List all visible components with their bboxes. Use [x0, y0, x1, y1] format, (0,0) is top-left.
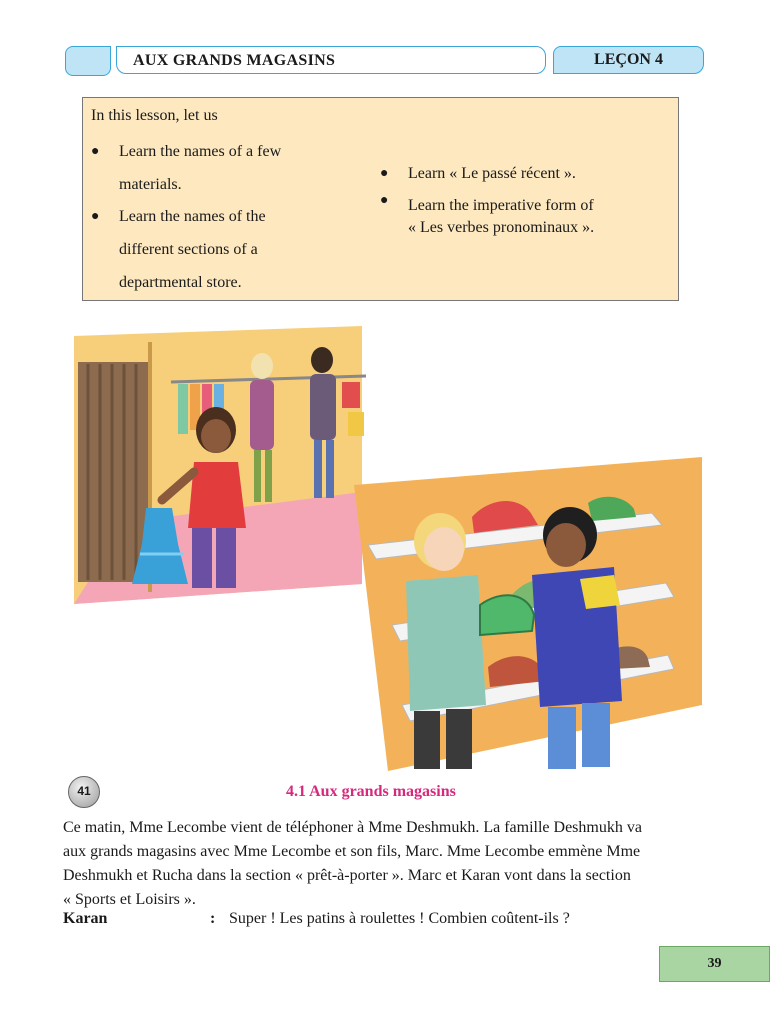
audio-track-number: 41: [77, 784, 91, 798]
objective-line: Learn the names of a few: [119, 143, 282, 160]
objective-imperative: ● Learn the imperative form of « Les ver…: [380, 190, 670, 250]
paragraph-line: Deshmukh et Rucha dans la section « prêt…: [63, 867, 631, 884]
section-title: 4.1 Aux grands magasins: [286, 783, 456, 800]
paragraph-line: Ce matin, Mme Lecombe vient de téléphone…: [63, 819, 642, 836]
objective-line: departmental store.: [119, 274, 242, 291]
paragraph-line: « Sports et Loisirs ».: [63, 891, 196, 908]
objectives-intro: In this lesson, let us: [91, 107, 218, 124]
bullet-icon: ●: [380, 166, 389, 181]
story-paragraph: Ce matin, Mme Lecombe vient de téléphone…: [63, 816, 713, 912]
objective-line: Learn the names of the: [119, 208, 266, 225]
lesson-badge: LEÇON 4: [553, 46, 704, 74]
page-number: 39: [707, 956, 722, 971]
objective-line: different sections of a: [119, 241, 258, 258]
objective-line: Learn the imperative form of: [408, 197, 594, 214]
lesson-label: LEÇON 4: [594, 51, 663, 68]
chapter-title: AUX GRANDS MAGASINS: [133, 52, 336, 69]
objective-materials: ● Learn the names of a few materials.: [91, 135, 361, 201]
page-number-box: 39: [659, 946, 770, 982]
audio-track-icon[interactable]: 41: [68, 776, 100, 808]
header-tab-decoration: [65, 46, 111, 76]
objective-sections: ● Learn the names of the different secti…: [91, 200, 361, 299]
objective-line: Learn « Le passé récent ».: [408, 165, 576, 182]
bullet-icon: ●: [380, 193, 389, 208]
dialogue-line: Super ! Les patins à roulettes ! Combien…: [229, 910, 570, 927]
objective-line: « Les verbes pronominaux ».: [408, 219, 595, 236]
paragraph-line: aux grands magasins avec Mme Lecombe et …: [63, 843, 641, 860]
objective-passe-recent: ● Learn « Le passé récent ».: [380, 157, 670, 190]
dialogue-colon: :: [210, 910, 216, 927]
clothing-store-illustration: [66, 322, 366, 612]
bullet-icon: ●: [91, 209, 100, 224]
bullet-icon: ●: [91, 144, 100, 159]
sports-store-illustration: [352, 455, 706, 773]
dialogue-speaker: Karan: [63, 910, 108, 927]
objective-line: materials.: [119, 176, 182, 193]
chapter-title-box: AUX GRANDS MAGASINS: [116, 46, 546, 74]
lesson-objectives-box: In this lesson, let us ● Learn the names…: [82, 97, 679, 301]
